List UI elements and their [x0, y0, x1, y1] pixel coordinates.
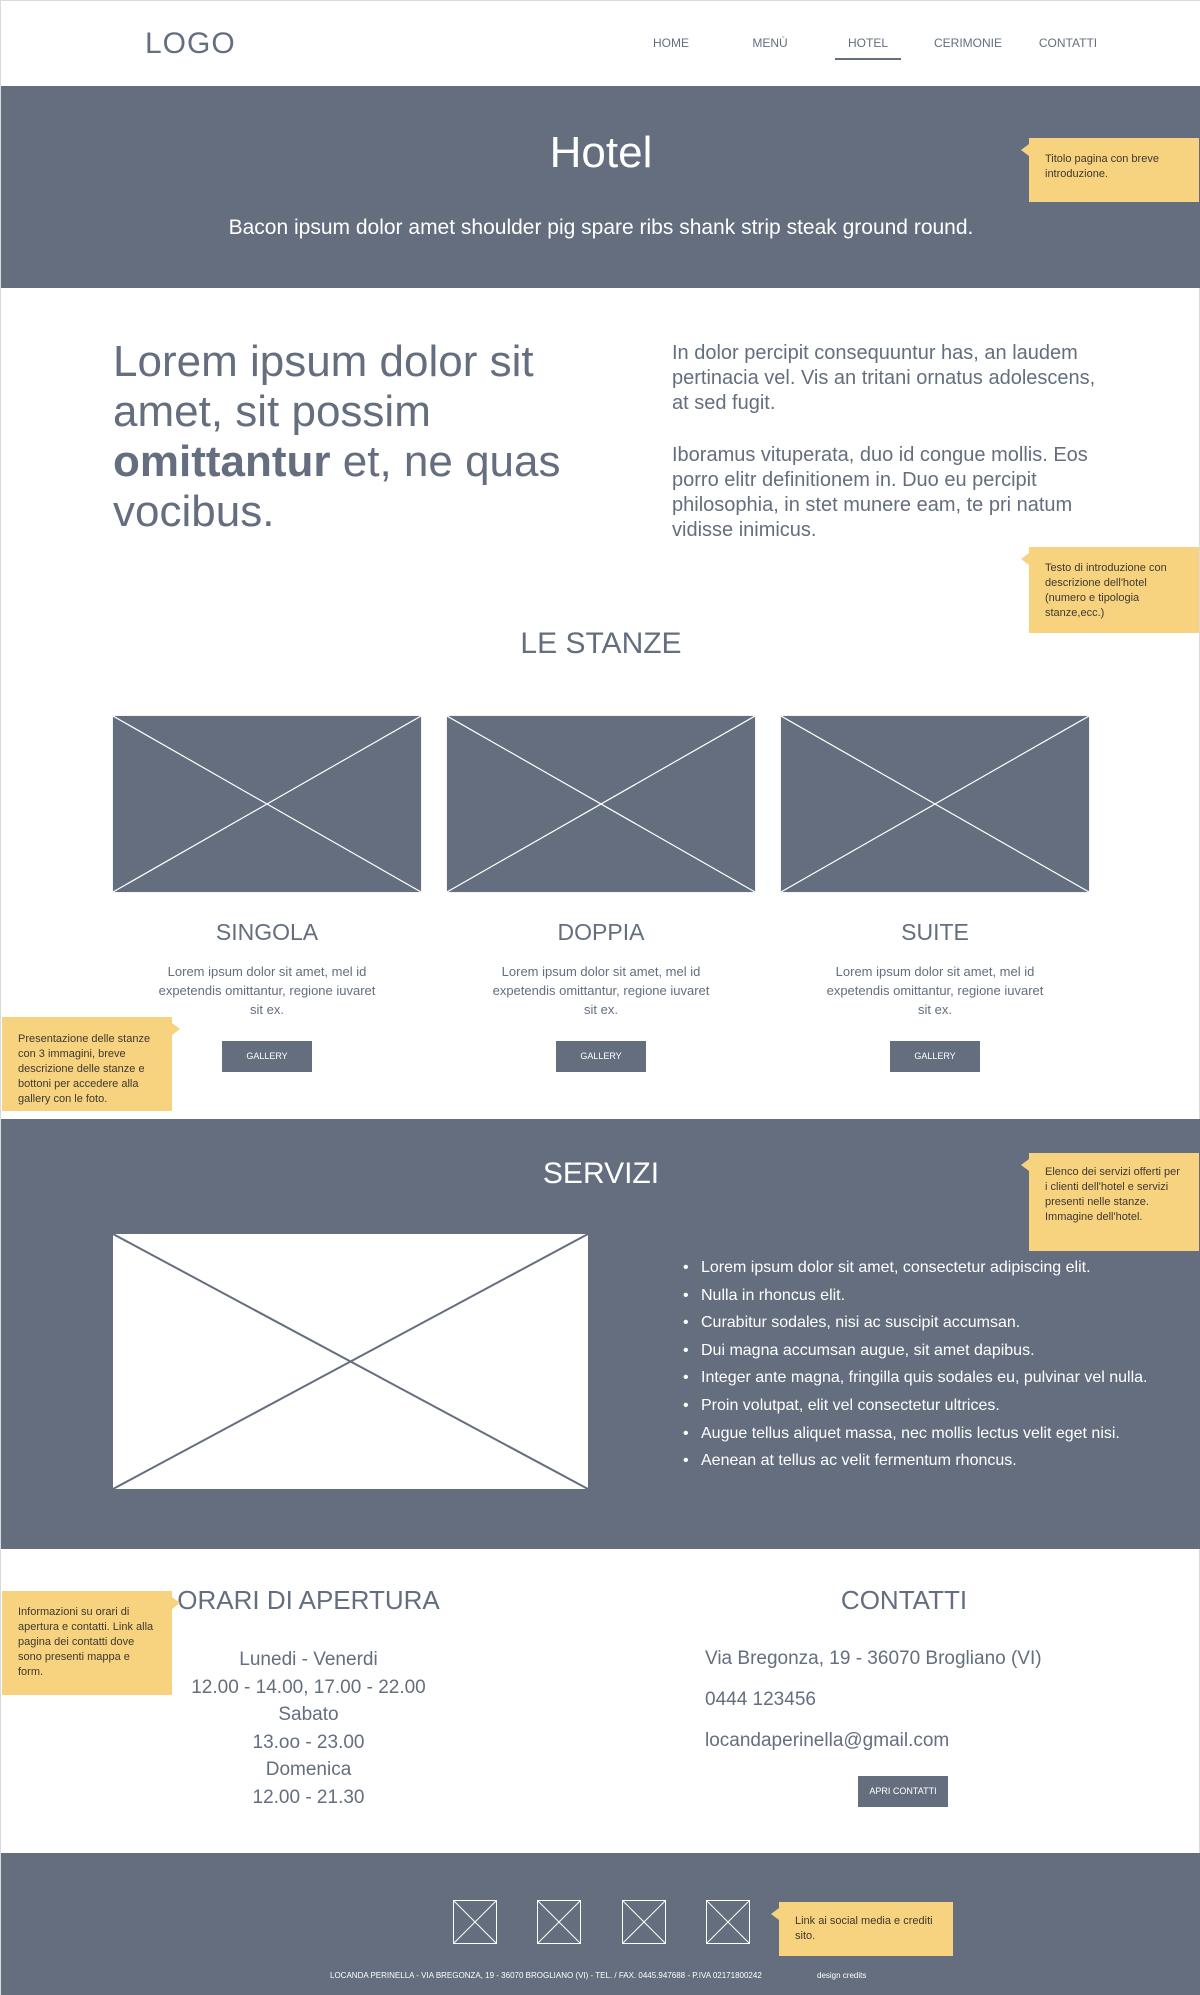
rooms-title: LE STANZE: [520, 627, 682, 660]
nav-home[interactable]: HOME: [626, 36, 716, 50]
room-name-singola: SINGOLA: [215, 919, 319, 945]
room-name-doppia: DOPPIA: [557, 919, 645, 945]
room-description: Lorem ipsum dolor sit amet, mel id expet…: [826, 964, 1044, 1017]
intro-text: In dolor percipit consequuntur has, an l…: [672, 341, 1112, 570]
annotation-note-social: Link ai social media e crediti sito.: [771, 1902, 953, 1956]
list-item: Curabitur sodales, nisi ac suscipit accu…: [683, 1309, 1153, 1337]
list-item: Dui magna accumsan augue, sit amet dapib…: [683, 1337, 1153, 1365]
nav-menu[interactable]: MENÙ: [725, 36, 815, 50]
hours-list: Lunedi - Venerdi 12.00 - 14.00, 17.00 - …: [151, 1646, 466, 1811]
intro-heading-bold: omittantur: [113, 437, 331, 486]
social-icon-placeholder[interactable]: [706, 1900, 750, 1944]
intro-heading: Lorem ipsum dolor sit amet, sit possim o…: [113, 337, 613, 537]
hours-line: 12.00 - 21.30: [252, 1786, 365, 1808]
room-image-placeholder: [446, 715, 756, 893]
annotation-note-intro: Testo di introduzione con descrizione de…: [1021, 547, 1199, 633]
gallery-button-doppia[interactable]: GALLERY: [556, 1041, 646, 1072]
social-icon-placeholder[interactable]: [453, 1900, 497, 1944]
page: LOGO HOME MENÙ HOTEL CERIMONIE CONTATTI …: [0, 0, 1200, 1995]
hours-line: 13.oo - 23.00: [252, 1731, 365, 1753]
list-item: Aenean at tellus ac velit fermentum rhon…: [683, 1447, 1153, 1475]
nav-cerimonie[interactable]: CERIMONIE: [923, 36, 1013, 50]
open-contacts-button[interactable]: APRI CONTATTI: [858, 1776, 948, 1807]
annotation-note-hero: Titolo pagina con breve introduzione.: [1021, 138, 1199, 202]
room-image-placeholder: [780, 715, 1090, 893]
room-description: Lorem ipsum dolor sit amet, mel id expet…: [158, 964, 376, 1017]
contact-phone[interactable]: 0444 123456: [705, 1689, 816, 1711]
list-item: Lorem ipsum dolor sit amet, consectetur …: [683, 1254, 1153, 1282]
nav-hotel[interactable]: HOTEL: [823, 36, 913, 60]
footer-info: LOCANDA PERINELLA - VIA BREGONZA, 19 - 3…: [330, 1971, 762, 1980]
room-description: Lorem ipsum dolor sit amet, mel id expet…: [492, 964, 710, 1017]
intro-heading-text-1: Lorem ipsum dolor sit amet, sit possim: [113, 337, 534, 436]
intro-paragraph-1: In dolor percipit consequuntur has, an l…: [672, 342, 1096, 414]
nav-contatti[interactable]: CONTATTI: [1023, 36, 1113, 50]
intro-paragraph-2: Iboramus vituperata, duo id congue molli…: [672, 444, 1088, 541]
list-item: Proin volutpat, elit vel consectetur ult…: [683, 1392, 1153, 1420]
contacts-title: CONTATTI: [840, 1585, 968, 1615]
contact-address: Via Bregonza, 19 - 36070 Brogliano (VI): [705, 1648, 1042, 1669]
site-footer: Link ai social media e crediti sito. LOC…: [1, 1853, 1200, 1995]
hero-subtitle: Bacon ipsum dolor amet shoulder pig spar…: [228, 216, 974, 239]
room-image-placeholder: [112, 715, 422, 893]
hours-line: Sabato: [278, 1704, 339, 1725]
annotation-note-services: Elenco dei servizi offerti per i clienti…: [1021, 1153, 1199, 1251]
contact-email[interactable]: locandaperinella@gmail.com: [705, 1730, 949, 1752]
list-item: Integer ante magna, fringilla quis sodal…: [683, 1364, 1153, 1392]
gallery-button-suite[interactable]: GALLERY: [890, 1041, 980, 1072]
hotel-image-placeholder: [112, 1233, 589, 1490]
services-list: Lorem ipsum dolor sit amet, consectetur …: [683, 1254, 1153, 1475]
site-header: LOGO HOME MENÙ HOTEL CERIMONIE CONTATTI: [1, 1, 1200, 86]
hours-title: ORARI DI APERTURA: [177, 1585, 440, 1615]
social-icon-placeholder[interactable]: [622, 1900, 666, 1944]
services-section: SERVIZI Lorem ipsum dolor sit amet, cons…: [1, 1119, 1200, 1549]
hours-line: Domenica: [265, 1759, 352, 1780]
hours-line: 12.00 - 14.00, 17.00 - 22.00: [191, 1676, 426, 1698]
room-name-suite: SUITE: [901, 919, 969, 945]
annotation-note-rooms: Presentazione delle stanze con 3 immagin…: [2, 1017, 180, 1111]
social-icon-placeholder[interactable]: [537, 1900, 581, 1944]
footer-credits[interactable]: design credits: [817, 1971, 866, 1980]
hours-line: Lunedi - Venerdi: [239, 1649, 378, 1670]
annotation-note-hours: Informazioni su orari di apertura e cont…: [2, 1591, 180, 1695]
hero-banner: Hotel Bacon ipsum dolor amet shoulder pi…: [1, 86, 1200, 288]
list-item: Augue tellus aliquet massa, nec mollis l…: [683, 1420, 1153, 1448]
gallery-button-singola[interactable]: GALLERY: [222, 1041, 312, 1072]
list-item: Nulla in rhoncus elit.: [683, 1282, 1153, 1310]
main-nav: HOME MENÙ HOTEL CERIMONIE CONTATTI: [1, 36, 1200, 60]
